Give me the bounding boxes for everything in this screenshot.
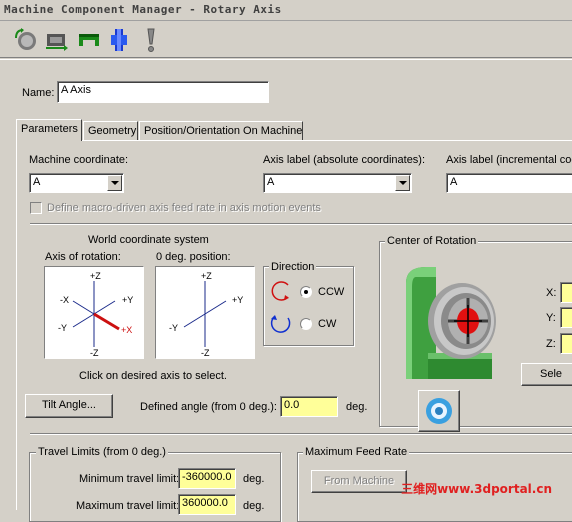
axis-label-pz: +Z [90, 271, 101, 281]
travel-limits-title: Travel Limits (from 0 deg.) [36, 446, 168, 458]
from-machine-button[interactable]: From Machine [311, 470, 407, 493]
toolbar [0, 22, 572, 58]
max-travel-unit: deg. [243, 500, 265, 512]
axis-label-ny: -Y [58, 323, 67, 333]
axis-label-nz: -Z [201, 348, 210, 358]
ccw-radio[interactable] [300, 286, 312, 298]
zero-deg-position-selector[interactable]: +Z -Z +Y -Y [155, 266, 255, 359]
axis-select-hint: Click on desired axis to select. [79, 370, 227, 382]
center-of-rotation-title: Center of Rotation [385, 235, 479, 247]
tab-parameters[interactable]: Parameters [16, 119, 82, 141]
axis-label-px: +X [121, 325, 132, 335]
axis-label-nz: -Z [90, 348, 99, 358]
axis-label-pz: +Z [201, 271, 212, 281]
axis-label-inc-input[interactable]: A [446, 173, 572, 193]
defined-angle-unit: deg. [346, 401, 368, 413]
max-travel-label: Maximum travel limit: [76, 500, 180, 512]
center-x-label: X: [546, 287, 557, 299]
max-travel-input[interactable]: 360000.0 [178, 494, 236, 515]
cw-label: CW [318, 318, 337, 330]
exclamation-icon[interactable] [138, 26, 164, 54]
axis-label-py: +Y [122, 295, 133, 305]
machine-coordinate-label: Machine coordinate: [29, 154, 129, 166]
rotary-axis-icon[interactable] [12, 26, 38, 54]
center-x-input[interactable] [560, 282, 572, 303]
axis-label-abs-select[interactable]: A [263, 173, 412, 193]
name-label: Name: [22, 87, 55, 99]
machine-coordinate-select[interactable]: A [29, 173, 124, 193]
direction-title: Direction [269, 261, 317, 273]
tilt-angle-button[interactable]: Tilt Angle... [25, 394, 113, 418]
axis-label-abs-value: A [267, 176, 275, 188]
center-z-label: Z: [546, 338, 556, 350]
tab-geometry[interactable]: Geometry [83, 121, 138, 141]
axis-label-abs-label: Axis label (absolute coordinates): [263, 154, 426, 166]
pick-center-button[interactable] [418, 390, 460, 432]
separator [30, 223, 572, 225]
rotary-table-image [406, 267, 496, 379]
machine-coordinate-value: A [33, 176, 41, 188]
ccw-label: CCW [318, 286, 345, 298]
min-travel-label: Minimum travel limit: [79, 473, 180, 485]
head-icon[interactable] [106, 26, 132, 54]
world-coord-title: World coordinate system [88, 234, 209, 246]
chevron-down-icon[interactable] [107, 175, 122, 191]
select-center-button[interactable]: Sele [521, 363, 572, 386]
zero-deg-position-label: 0 deg. position: [156, 251, 231, 263]
cw-icon [270, 315, 291, 333]
name-input[interactable]: A Axis [57, 81, 269, 103]
center-y-input[interactable] [560, 307, 572, 328]
defined-angle-label: Defined angle (from 0 deg.): [140, 401, 277, 413]
min-travel-unit: deg. [243, 473, 265, 485]
macro-feed-checkbox[interactable] [30, 202, 42, 214]
table-icon[interactable] [76, 26, 102, 54]
tab-position-orientation[interactable]: Position/Orientation On Machine [139, 121, 303, 141]
chevron-down-icon[interactable] [395, 175, 410, 191]
axis-of-rotation-label: Axis of rotation: [45, 251, 121, 263]
window-title: Machine Component Manager - Rotary Axis [0, 0, 572, 21]
axis-label-ny: -Y [169, 323, 178, 333]
linear-axis-icon[interactable] [44, 26, 70, 54]
axis-label-nx: -X [60, 295, 69, 305]
main-panel: Name: A Axis Parameters Geometry Positio… [0, 59, 572, 522]
separator [30, 433, 572, 435]
min-travel-input[interactable]: -360000.0 [178, 468, 236, 489]
axis-of-rotation-selector[interactable]: +Z -Z -X +Y -Y +X [44, 266, 144, 359]
center-z-input[interactable] [560, 333, 572, 354]
cw-radio[interactable] [300, 318, 312, 330]
macro-feed-label: Define macro-driven axis feed rate in ax… [47, 202, 321, 214]
center-y-label: Y: [546, 312, 556, 324]
target-icon [426, 398, 452, 424]
ccw-icon [271, 281, 289, 301]
max-feed-rate-title: Maximum Feed Rate [303, 446, 410, 458]
axis-label-py: +Y [232, 295, 243, 305]
axis-label-inc-label: Axis label (incremental coo [446, 154, 572, 166]
defined-angle-input[interactable]: 0.0 [280, 396, 338, 417]
watermark: 三维网www.3dportal.cn [401, 482, 552, 496]
